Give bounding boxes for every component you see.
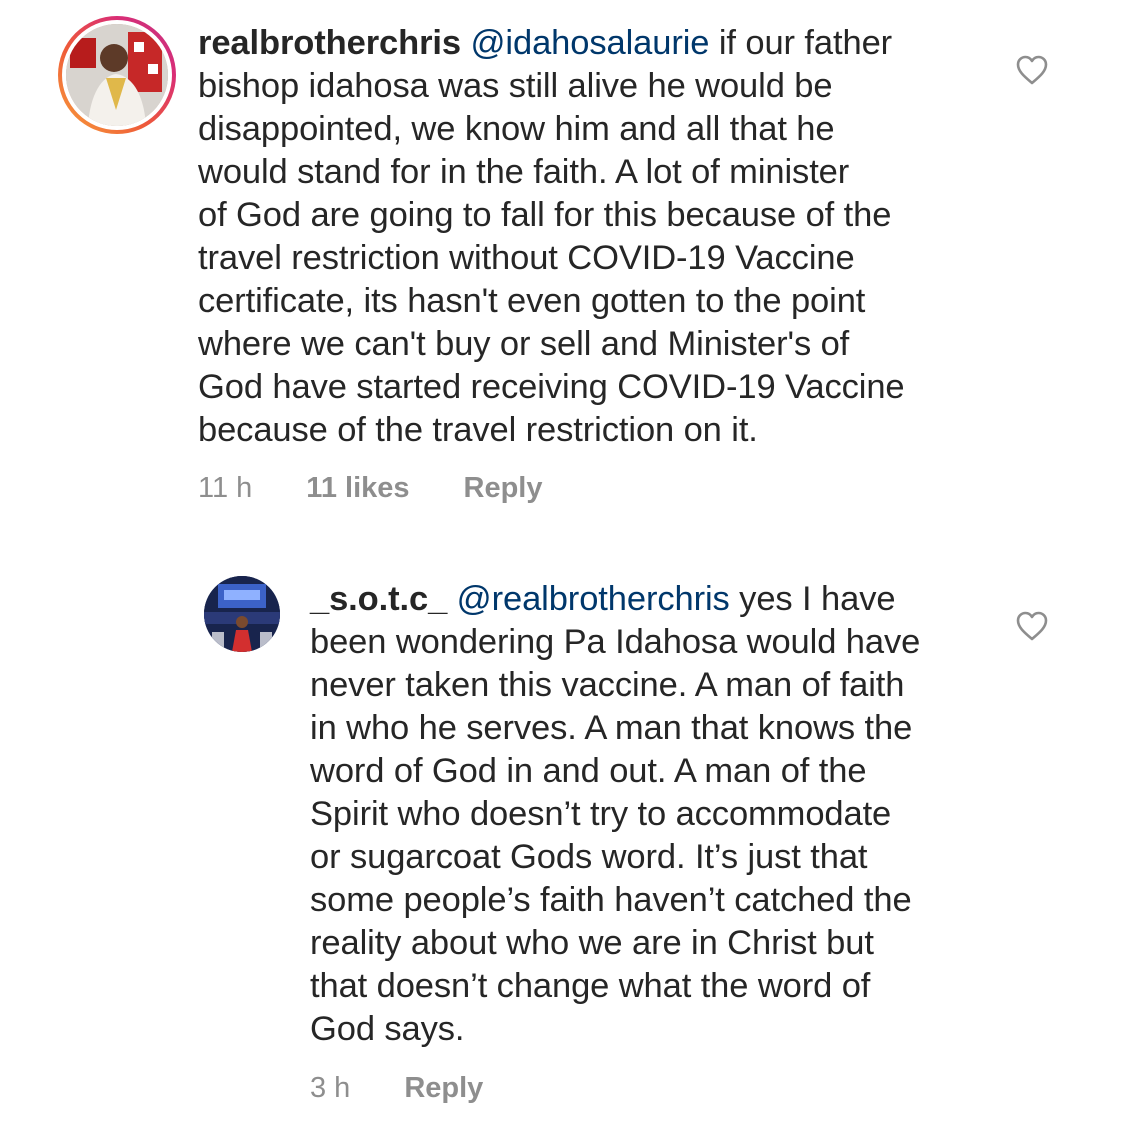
comment-username[interactable]: realbrotherchris xyxy=(198,24,461,62)
avatar-container[interactable] xyxy=(204,576,280,652)
comment-body: yes I have been wondering Pa Idahosa wou… xyxy=(310,580,921,1048)
comment-body: if our father bishop idahosa was still a… xyxy=(198,24,905,449)
avatar-photo xyxy=(204,576,280,652)
heart-outline-icon[interactable] xyxy=(1015,610,1049,642)
reply-comment-item: _s.o.t.c_ @realbrotherchris yes I have b… xyxy=(0,560,1131,1131)
comment-time: 3 h xyxy=(310,1072,351,1104)
comment-text: _s.o.t.c_ @realbrotherchris yes I have b… xyxy=(310,578,1010,1051)
comment-meta: 3 h Reply xyxy=(310,1072,483,1105)
comment-username[interactable]: _s.o.t.c_ xyxy=(310,580,447,618)
comment-meta: 11 h 11 likes Reply xyxy=(198,472,543,505)
comment-item: realbrotherchris @idahosalaurie if our f… xyxy=(0,0,1131,520)
comment-mention[interactable]: @idahosalaurie xyxy=(471,24,710,62)
avatar[interactable] xyxy=(66,24,168,126)
comment-likes[interactable]: 11 likes xyxy=(306,472,409,505)
comment-text: realbrotherchris @idahosalaurie if our f… xyxy=(198,22,988,452)
avatar[interactable] xyxy=(204,576,280,652)
reply-button[interactable]: Reply xyxy=(464,472,543,505)
story-ring[interactable] xyxy=(58,16,176,134)
heart-outline-icon[interactable] xyxy=(1015,54,1049,86)
avatar-photo xyxy=(66,24,168,126)
comment-time: 11 h xyxy=(198,472,253,504)
comment-mention[interactable]: @realbrotherchris xyxy=(457,580,730,618)
reply-button[interactable]: Reply xyxy=(404,1072,483,1105)
